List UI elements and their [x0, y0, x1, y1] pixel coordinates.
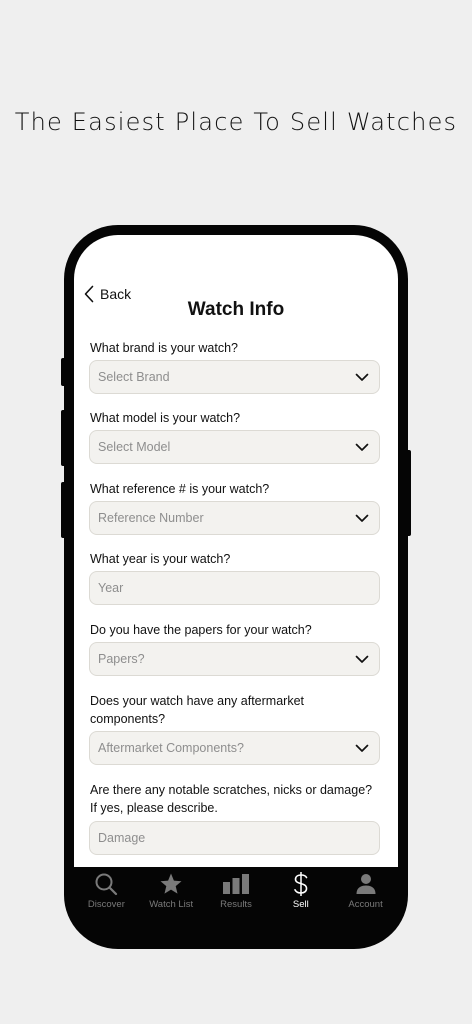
model-label: What model is your watch? [90, 411, 241, 425]
papers-placeholder: Papers? [98, 652, 145, 666]
tab-results[interactable]: Results [204, 867, 268, 915]
reference-select[interactable]: Reference Number [89, 501, 380, 535]
tab-label: Sell [292, 899, 309, 910]
screen-title: Watch Info [187, 299, 285, 320]
tab-label: Account [348, 899, 383, 910]
aftermarket-label: Does your watch have any aftermarket com… [90, 692, 390, 728]
aftermarket-select[interactable]: Aftermarket Components? [89, 731, 380, 765]
aftermarket-label-line2: components? [90, 712, 166, 726]
model-placeholder: Select Model [98, 440, 171, 454]
year-placeholder: Year [98, 581, 124, 595]
search-icon [94, 871, 118, 897]
papers-select[interactable]: Papers? [89, 642, 380, 676]
tab-watch-list[interactable]: Watch List [139, 867, 203, 915]
chevron-down-icon [355, 443, 369, 452]
brand-label: What brand is your watch? [90, 341, 238, 355]
reference-label: What reference # is your watch? [90, 482, 270, 496]
tab-label: Discover [87, 899, 125, 910]
chevron-down-icon [355, 514, 369, 523]
tab-discover[interactable]: Discover [74, 867, 138, 915]
phone-frame: Back Watch Info What brand is your watch… [64, 225, 408, 949]
brand-select[interactable]: Select Brand [89, 360, 380, 394]
page: The Easiest Place To Sell Watches Back W… [0, 0, 472, 1024]
person-icon [355, 871, 377, 897]
tab-sell[interactable]: Sell [269, 867, 333, 915]
aftermarket-label-line1: Does your watch have any aftermarket [90, 694, 304, 708]
tab-account[interactable]: Account [334, 867, 398, 915]
year-input[interactable]: Year [89, 571, 380, 605]
tab-label: Watch List [149, 899, 194, 910]
damage-label-line1: Are there any notable scratches, nicks o… [90, 783, 373, 797]
damage-input[interactable]: Damage [89, 821, 380, 855]
bar-chart-icon [222, 871, 250, 897]
papers-label: Do you have the papers for your watch? [90, 623, 312, 637]
reference-placeholder: Reference Number [98, 511, 204, 525]
damage-label-line2: If yes, please describe. [90, 801, 218, 815]
chevron-down-icon [355, 655, 369, 664]
year-label: What year is your watch? [90, 552, 231, 566]
model-select[interactable]: Select Model [89, 430, 380, 464]
tab-label: Results [220, 899, 252, 910]
brand-placeholder: Select Brand [98, 370, 170, 384]
tab-bar: Discover Watch List Results Sell Account [74, 867, 398, 915]
chevron-down-icon [355, 373, 369, 382]
aftermarket-placeholder: Aftermarket Components? [98, 741, 244, 755]
damage-label: Are there any notable scratches, nicks o… [90, 781, 390, 817]
star-icon [159, 871, 183, 897]
headline: The Easiest Place To Sell Watches [14, 108, 458, 136]
dollar-icon [293, 871, 309, 897]
chevron-down-icon [355, 744, 369, 753]
phone-screen: Back Watch Info What brand is your watch… [74, 235, 398, 867]
damage-placeholder: Damage [98, 831, 146, 845]
